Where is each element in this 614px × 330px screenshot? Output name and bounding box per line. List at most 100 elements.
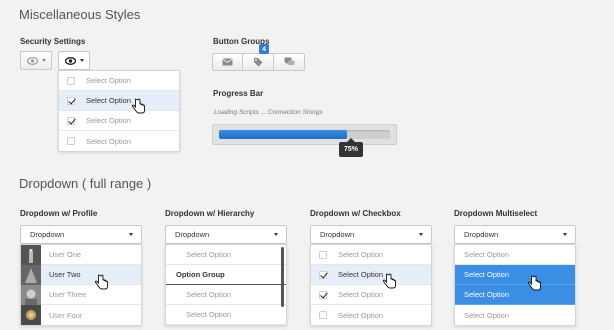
avatar xyxy=(21,244,41,265)
eye-icon xyxy=(64,56,76,65)
hierarchy-option[interactable]: Select Option xyxy=(166,245,286,265)
chevron-down-icon xyxy=(129,233,133,236)
profile-dropdown[interactable]: Dropdown xyxy=(20,225,142,244)
hierarchy-option[interactable]: Select Option xyxy=(166,285,286,305)
hierarchy-option[interactable]: Select Option xyxy=(166,305,286,325)
avatar xyxy=(21,264,41,285)
dropdown-label: Dropdown xyxy=(30,230,65,239)
scrollbar[interactable] xyxy=(281,247,284,307)
progress-status-text: Loading Scripts ... Connection Strings xyxy=(214,109,323,116)
user-name: User Three xyxy=(49,290,87,299)
checkbox-option[interactable]: Select Option xyxy=(311,265,431,285)
option-label: Select Option xyxy=(464,310,510,320)
checkbox[interactable] xyxy=(319,270,327,279)
mail-button[interactable] xyxy=(212,53,243,71)
checkbox-option[interactable]: Select Option xyxy=(311,285,431,305)
progress-bar-heading: Progress Bar xyxy=(213,89,264,98)
security-options-menu: Select Option Select Option Select Optio… xyxy=(58,70,180,152)
user-name: User One xyxy=(49,250,82,259)
progress-bar xyxy=(212,124,397,145)
profile-menu: User One User Two User Three User Four xyxy=(20,244,142,326)
option-label: Select Option xyxy=(464,250,510,259)
chevron-down-icon xyxy=(41,59,46,62)
tag-button[interactable]: 4 xyxy=(243,44,274,71)
checkbox-dropdown[interactable]: Dropdown xyxy=(310,225,432,244)
progress-fill xyxy=(219,130,348,139)
progress-tooltip: 75% xyxy=(339,138,364,157)
chevron-down-icon xyxy=(419,233,423,236)
hierarchy-menu: Select Option Option Group Select Option… xyxy=(165,244,287,326)
checkbox[interactable] xyxy=(319,311,327,319)
option-group-label: Option Group xyxy=(176,270,225,279)
checkbox-option[interactable]: Select Option xyxy=(311,245,431,265)
option-label: Select Option xyxy=(338,250,384,259)
option-label: Select Option xyxy=(186,290,232,299)
profile-item[interactable]: User One xyxy=(21,244,141,265)
hierarchy-dropdown[interactable]: Dropdown xyxy=(165,225,287,244)
option-label: Select Option xyxy=(464,270,510,279)
option-label: Select Option xyxy=(464,290,510,299)
checkbox[interactable] xyxy=(67,137,75,145)
multiselect-option[interactable]: Select Option xyxy=(455,305,575,325)
hand-cursor-icon xyxy=(95,274,108,290)
notification-badge: 4 xyxy=(259,44,269,54)
option-label: Select Option xyxy=(338,290,384,299)
security-option[interactable]: Select Option xyxy=(59,111,179,131)
checkbox[interactable] xyxy=(67,76,75,85)
multiselect-option[interactable]: Select Option xyxy=(455,245,575,265)
dropdown-label: Dropdown xyxy=(320,230,355,239)
dropdown-label: Dropdown xyxy=(175,230,210,239)
checkbox-option[interactable]: Select Option xyxy=(311,305,431,325)
user-name: User Four xyxy=(49,310,83,320)
button-group: 4 xyxy=(212,44,305,71)
chevron-down-icon xyxy=(563,233,567,236)
profile-item[interactable]: User Four xyxy=(21,305,141,325)
chat-button[interactable] xyxy=(274,53,305,71)
eye-dropdown-button-active[interactable] xyxy=(58,51,90,70)
option-label: Select Option xyxy=(186,310,232,319)
section-title-misc: Miscellaneous Styles xyxy=(19,7,141,22)
multiselect-option-selected[interactable]: Select Option xyxy=(455,285,575,305)
checkbox[interactable] xyxy=(319,290,327,299)
multiselect-option-selected[interactable]: Select Option xyxy=(455,265,575,285)
checkbox-menu: Select Option Select Option Select Optio… xyxy=(310,244,432,326)
option-label: Select Option xyxy=(86,76,132,85)
section-title-dropdown: Dropdown ( full range ) xyxy=(19,176,152,191)
option-label: Select Option xyxy=(86,116,132,125)
dropdown-checkbox-heading: Dropdown w/ Checkbox xyxy=(310,209,401,218)
option-label: Select Option xyxy=(338,310,384,320)
dropdown-profile-heading: Dropdown w/ Profile xyxy=(20,209,98,218)
hand-cursor-icon xyxy=(132,98,145,114)
avatar xyxy=(21,305,41,325)
security-option[interactable]: Select Option xyxy=(59,91,179,111)
dropdown-hierarchy-heading: Dropdown w/ Hierarchy xyxy=(165,209,255,218)
option-label: Select Option xyxy=(338,270,384,279)
chevron-down-icon xyxy=(79,59,84,62)
security-option[interactable]: Select Option xyxy=(59,131,179,151)
option-label: Select Option xyxy=(86,136,132,146)
user-name: User Two xyxy=(49,270,81,279)
hand-cursor-icon xyxy=(528,275,541,291)
security-option[interactable]: Select Option xyxy=(59,71,179,91)
multiselect-dropdown[interactable]: Dropdown xyxy=(454,225,576,244)
dropdown-multiselect-heading: Dropdown Multiselect xyxy=(454,209,538,218)
hand-cursor-icon xyxy=(383,273,396,289)
dropdown-label: Dropdown xyxy=(464,230,499,239)
avatar xyxy=(21,284,41,305)
tag-icon xyxy=(254,58,263,67)
security-settings-heading: Security Settings xyxy=(20,37,86,46)
checkbox[interactable] xyxy=(67,96,75,105)
multiselect-menu: Select Option Select Option Select Optio… xyxy=(454,244,576,326)
checkbox[interactable] xyxy=(319,250,327,259)
option-label: Select Option xyxy=(186,250,232,259)
profile-item[interactable]: User Three xyxy=(21,284,141,305)
envelope-icon xyxy=(222,58,233,66)
checkbox[interactable] xyxy=(67,116,75,125)
option-label: Select Option xyxy=(86,96,132,105)
eye-dropdown-button-inactive[interactable] xyxy=(20,51,52,70)
option-group-header: Option Group xyxy=(166,265,286,285)
chevron-down-icon xyxy=(274,233,278,236)
chat-icon xyxy=(284,57,294,65)
profile-item[interactable]: User Two xyxy=(21,264,141,285)
progress-track xyxy=(219,130,390,139)
